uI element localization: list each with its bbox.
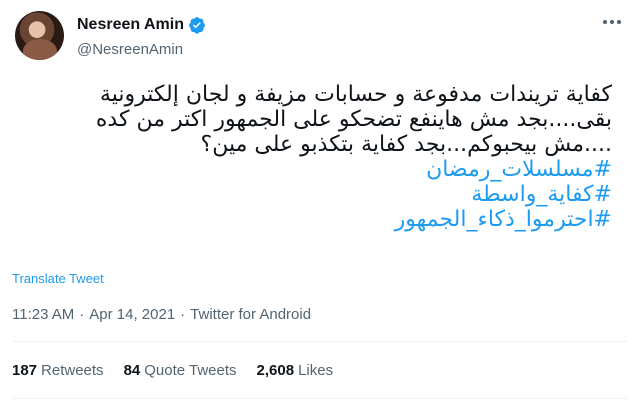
translate-tweet-link[interactable]: Translate Tweet bbox=[12, 271, 104, 286]
divider bbox=[12, 341, 628, 342]
tweet-text: كفاية تريندات مدفوعة و حسابات مزيفة و لج… bbox=[52, 82, 612, 232]
tweet-time[interactable]: 11:23 AM bbox=[12, 306, 74, 323]
tweet-card: Nesreen Amin @NesreenAmin كفاية تريندات … bbox=[0, 0, 640, 416]
meta-separator: · bbox=[79, 306, 85, 323]
author-handle[interactable]: @NesreenAmin bbox=[77, 41, 183, 58]
verified-badge-icon bbox=[189, 17, 205, 34]
tweet-line: كفاية تريندات مدفوعة و حسابات مزيفة و لج… bbox=[99, 82, 612, 107]
meta-separator: · bbox=[180, 306, 186, 323]
retweets-label: Retweets bbox=[41, 362, 104, 379]
quotes-count: 84 bbox=[123, 362, 141, 379]
quotes-label: Quote Tweets bbox=[144, 362, 237, 379]
divider bbox=[12, 398, 628, 399]
quote-tweets-stat[interactable]: 84 Quote Tweets bbox=[124, 362, 237, 379]
hashtag-link[interactable]: #كفاية_واسطة bbox=[52, 182, 612, 207]
avatar[interactable] bbox=[15, 11, 64, 60]
tweet-line: بقى....بجد مش هاينفع تضحكو على الجمهور ا… bbox=[95, 107, 612, 132]
hashtag-link[interactable]: #احترموا_ذكاء_الجمهور bbox=[52, 207, 612, 232]
author-name-row: Nesreen Amin bbox=[77, 16, 206, 34]
tweet-line: ....مش بيحبوكم...بجد كفاية بتكذبو على مي… bbox=[200, 132, 612, 157]
tweet-source[interactable]: Twitter for Android bbox=[190, 306, 311, 323]
likes-label: Likes bbox=[298, 362, 334, 379]
retweets-count: 187 bbox=[12, 362, 38, 379]
more-options-icon[interactable] bbox=[603, 20, 621, 24]
engagement-stats: 187 Retweets 84 Quote Tweets 2,608 Likes bbox=[12, 362, 333, 379]
likes-count: 2,608 bbox=[256, 362, 295, 379]
author-display-name[interactable]: Nesreen Amin bbox=[77, 16, 184, 34]
hashtag-link[interactable]: #مسلسلات_رمضان bbox=[52, 157, 612, 182]
tweet-date[interactable]: Apr 14, 2021 bbox=[89, 306, 175, 323]
likes-stat[interactable]: 2,608 Likes bbox=[257, 362, 334, 379]
tweet-meta: 11:23 AM · Apr 14, 2021 · Twitter for An… bbox=[12, 306, 311, 323]
retweets-stat[interactable]: 187 Retweets bbox=[12, 362, 104, 379]
